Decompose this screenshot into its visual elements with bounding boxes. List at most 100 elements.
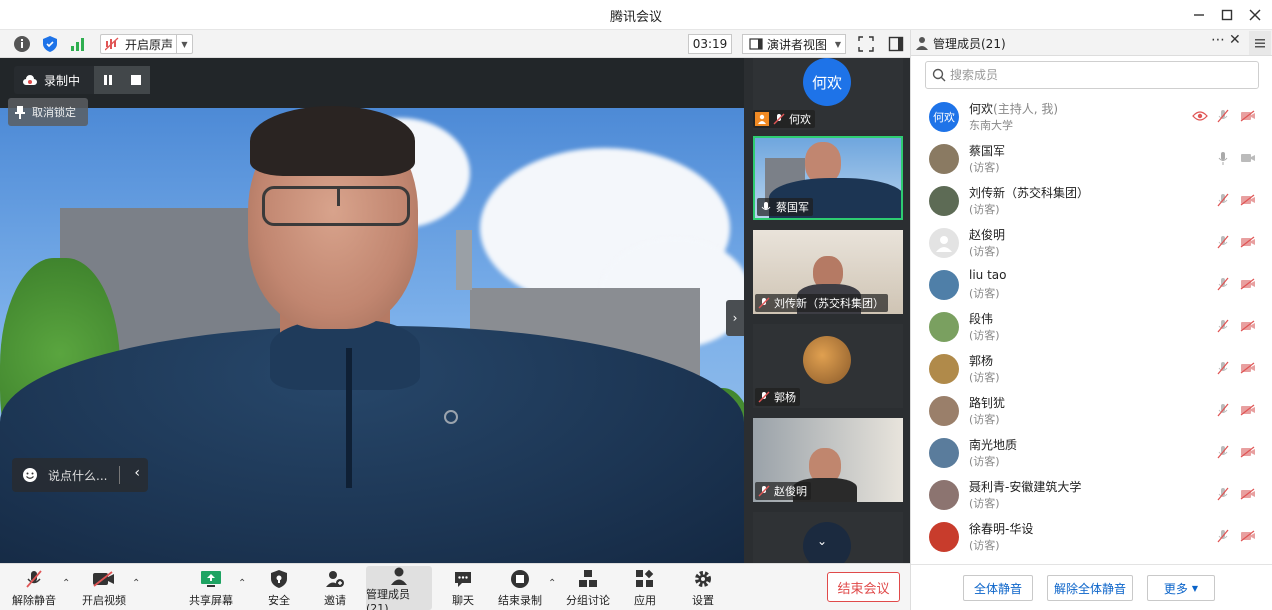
member-name: 南光地质 — [969, 438, 1018, 452]
member-row[interactable]: 徐春明-华设 (访客) — [925, 516, 1265, 556]
more-options-icon[interactable]: ⋯ — [1211, 32, 1225, 48]
camera-off-icon[interactable] — [1239, 486, 1257, 502]
share-screen-label: 共享屏幕 — [189, 594, 233, 607]
security-button[interactable]: 安全 — [262, 566, 296, 610]
member-row[interactable]: 聂利青-安徽建筑大学 (访客) — [925, 474, 1265, 514]
quick-chat-input[interactable]: 说点什么... ‹ — [12, 458, 148, 492]
panel-menu-button[interactable] — [1249, 31, 1271, 55]
mic-muted-icon[interactable] — [1215, 402, 1231, 418]
mic-muted-icon[interactable] — [1215, 360, 1231, 376]
mic-muted-icon[interactable] — [1215, 318, 1231, 334]
apps-button[interactable]: 应用 — [630, 566, 660, 610]
chevron-down-icon[interactable]: ⌄ — [817, 534, 827, 548]
member-row[interactable]: 何欢 何欢(主持人, 我) 东南大学 — [925, 96, 1265, 136]
thumbnail-tile[interactable]: 刘传新（苏交科集团） — [753, 230, 903, 314]
pause-recording-button[interactable] — [94, 66, 122, 94]
unmute-all-button[interactable]: 解除全体静音 — [1047, 575, 1133, 601]
view-mode-dropdown[interactable]: 演讲者视图 ▼ — [742, 34, 846, 54]
mic-muted-icon[interactable] — [1215, 444, 1231, 460]
camera-off-icon[interactable] — [1239, 192, 1257, 208]
stop-recording-button[interactable] — [122, 66, 150, 94]
mic-muted-icon[interactable] — [1215, 276, 1231, 292]
collapse-thumbnails-button[interactable]: › — [726, 300, 744, 336]
chevron-up-icon[interactable]: ⌃ — [62, 578, 70, 589]
manage-members-button[interactable]: 管理成员(21) — [366, 566, 432, 610]
thumbnail-tile[interactable]: 何欢 何欢 — [753, 58, 903, 130]
member-subtitle: (访客) — [969, 203, 1000, 216]
member-row[interactable]: 路钊犹 (访客) — [925, 390, 1265, 430]
mic-muted-icon — [757, 484, 771, 498]
member-row[interactable]: liu tao (访客) — [925, 264, 1265, 304]
member-search[interactable] — [925, 61, 1259, 89]
minimize-button[interactable] — [1188, 4, 1210, 26]
member-name-line: 徐春明-华设 — [969, 520, 1033, 537]
avatar — [929, 312, 959, 342]
window-title: 腾讯会议 — [609, 10, 662, 25]
member-search-input[interactable] — [950, 68, 1240, 82]
chevron-up-icon[interactable]: ⌃ — [238, 578, 246, 589]
emoji-icon[interactable] — [22, 467, 38, 483]
unmute-button[interactable]: 解除静音 — [12, 566, 56, 610]
mic-icon[interactable] — [1215, 150, 1231, 166]
start-video-button[interactable]: 开启视频 — [80, 566, 128, 610]
camera-off-icon[interactable] — [1239, 360, 1257, 376]
camera-off-icon[interactable] — [1239, 402, 1257, 418]
member-row[interactable]: 蔡国军 (访客) — [925, 138, 1265, 178]
member-row[interactable]: 段伟 (访客) — [925, 306, 1265, 346]
close-button[interactable] — [1244, 4, 1266, 26]
chevron-up-icon[interactable]: ⌃ — [132, 578, 140, 589]
mic-muted-icon[interactable] — [1215, 192, 1231, 208]
member-row[interactable]: 南光地质 (访客) — [925, 432, 1265, 472]
network-signal-button[interactable] — [68, 34, 88, 54]
thumbnail-name: 刘传新（苏交科集团） — [774, 297, 884, 310]
chevron-down-icon[interactable]: ▼ — [176, 35, 192, 53]
mic-muted-icon[interactable] — [1215, 234, 1231, 250]
camera-off-icon[interactable] — [1239, 234, 1257, 250]
divider — [119, 466, 120, 484]
thumbnail-tile[interactable]: 赵俊明 — [753, 418, 903, 502]
mic-muted-icon[interactable] — [1215, 528, 1231, 544]
thumbnail-tile[interactable]: ⌄ — [753, 512, 903, 563]
end-meeting-button[interactable]: 结束会议 — [827, 572, 900, 602]
avatar — [929, 522, 959, 552]
avatar — [929, 480, 959, 510]
breakout-rooms-button[interactable]: 分组讨论 — [566, 566, 610, 610]
mic-muted-icon[interactable] — [1215, 486, 1231, 502]
unpin-button[interactable]: 取消锁定 — [8, 98, 88, 126]
camera-off-icon[interactable] — [1239, 150, 1257, 166]
member-row[interactable]: 郭杨 (访客) — [925, 348, 1265, 388]
camera-off-icon[interactable] — [1239, 276, 1257, 292]
member-row[interactable]: 赵俊明 (访客) — [925, 222, 1265, 262]
thumbnail-tile[interactable]: 蔡国军 — [753, 136, 903, 220]
settings-button[interactable]: 设置 — [686, 566, 720, 610]
security-shield-button[interactable] — [40, 34, 60, 54]
stop-recording-toolbar-button[interactable]: 结束录制 — [498, 566, 542, 610]
mic-muted-icon[interactable] — [1215, 108, 1231, 124]
chat-button[interactable]: 聊天 — [446, 566, 480, 610]
avatar — [929, 186, 959, 216]
thumbnail-tile[interactable]: 郭杨 — [753, 324, 903, 408]
invite-button[interactable]: 邀请 — [318, 566, 352, 610]
record-stop-icon — [511, 570, 529, 588]
original-sound-button[interactable]: 开启原声 ▼ — [100, 34, 193, 54]
share-screen-button[interactable]: 共享屏幕 — [188, 566, 234, 610]
member-row[interactable]: 刘传新（苏交科集团） (访客) — [925, 180, 1265, 220]
camera-off-icon[interactable] — [1239, 108, 1257, 124]
chevron-down-icon: ▼ — [1191, 583, 1199, 593]
camera-off-icon[interactable] — [1239, 528, 1257, 544]
chevron-up-icon[interactable]: ⌃ — [548, 578, 556, 589]
meeting-info-button[interactable] — [12, 34, 32, 54]
close-panel-icon[interactable]: ✕ — [1229, 32, 1241, 48]
hamburger-icon — [1255, 39, 1265, 48]
fullscreen-button[interactable] — [856, 34, 876, 54]
chevron-left-icon[interactable]: ‹ — [134, 465, 140, 481]
toggle-sidebar-button[interactable] — [886, 34, 906, 54]
member-name: liu tao — [969, 268, 1007, 282]
more-button[interactable]: 更多 ▼ — [1147, 575, 1215, 601]
member-name-line: liu tao — [969, 268, 1007, 282]
add-user-icon — [326, 571, 344, 587]
camera-off-icon[interactable] — [1239, 318, 1257, 334]
mute-all-button[interactable]: 全体静音 — [963, 575, 1033, 601]
maximize-button[interactable] — [1216, 4, 1238, 26]
camera-off-icon[interactable] — [1239, 444, 1257, 460]
